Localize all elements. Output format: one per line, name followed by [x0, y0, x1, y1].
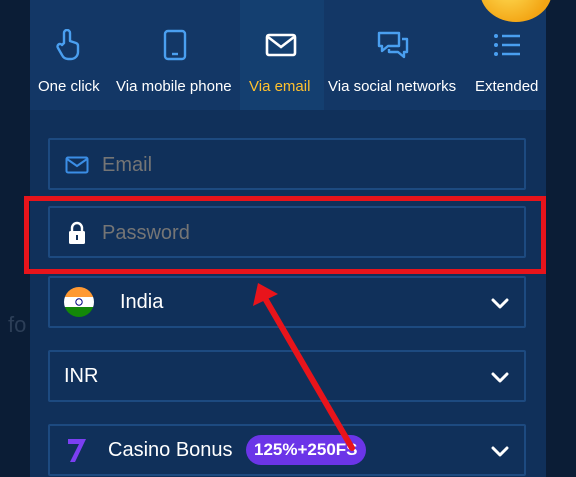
annotation-arrow: [253, 283, 355, 451]
